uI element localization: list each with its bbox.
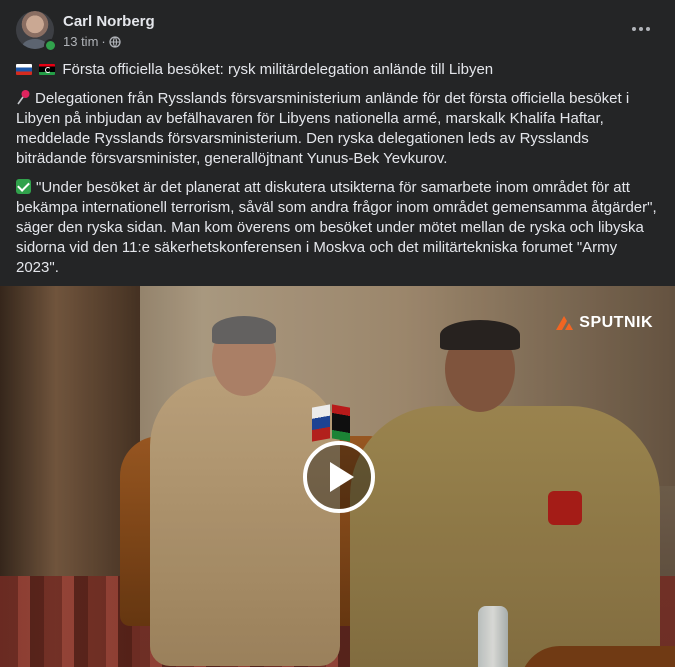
watermark-text: SPUTNIK bbox=[579, 314, 653, 331]
paragraph-2-text: "Under besöket är det planerat att disku… bbox=[16, 179, 657, 276]
more-options-icon[interactable] bbox=[627, 19, 655, 39]
meta-separator: · bbox=[101, 34, 106, 49]
author-name[interactable]: Carl Norberg bbox=[63, 13, 155, 30]
post-headline: Första officiella besöket: rysk militärd… bbox=[62, 61, 494, 78]
post-time[interactable]: 13 tim bbox=[63, 34, 98, 49]
paragraph-1-text: Delegationen från Rysslands försvarsmini… bbox=[16, 90, 630, 167]
post-card: Carl Norberg 13 tim · Första officiella … bbox=[0, 0, 675, 667]
libya-flag-icon bbox=[39, 64, 56, 75]
headline-paragraph: Första officiella besöket: rysk militärd… bbox=[16, 60, 661, 80]
sputnik-watermark: SPUTNIK bbox=[554, 314, 653, 332]
post-meta: 13 tim · bbox=[63, 34, 121, 49]
post-header: Carl Norberg 13 tim · bbox=[16, 11, 659, 53]
check-mark-icon bbox=[16, 179, 31, 194]
play-icon bbox=[330, 462, 354, 492]
russia-flag-icon bbox=[16, 64, 32, 75]
post-text: Första officiella besöket: rysk militärd… bbox=[16, 60, 661, 287]
pin-icon bbox=[17, 90, 30, 105]
globe-icon[interactable] bbox=[109, 35, 121, 48]
body-paragraph-2: "Under besöket är det planerat att disku… bbox=[16, 178, 661, 278]
body-paragraph-1: Delegationen från Rysslands försvarsmini… bbox=[16, 89, 661, 169]
online-status-dot bbox=[44, 39, 57, 52]
sputnik-logo-icon bbox=[556, 316, 574, 330]
play-button[interactable] bbox=[303, 441, 375, 513]
